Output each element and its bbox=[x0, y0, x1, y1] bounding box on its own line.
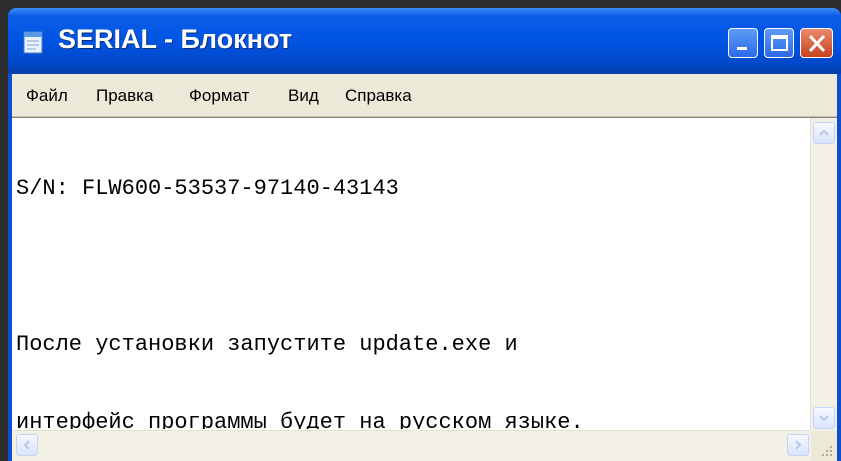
maximize-button[interactable] bbox=[764, 28, 794, 58]
window-title: SERIAL - Блокнот bbox=[58, 24, 293, 54]
client-area: Файл Правка Формат Вид Справка S/N: FLW6… bbox=[12, 74, 837, 461]
text-editor[interactable]: S/N: FLW600-53537-97140-43143 После уста… bbox=[12, 117, 837, 461]
horizontal-scrollbar[interactable] bbox=[12, 430, 811, 461]
text-line: S/N: FLW600-53537-97140-43143 bbox=[16, 176, 399, 201]
text-line bbox=[16, 254, 807, 280]
maximize-icon bbox=[771, 35, 788, 51]
menu-help[interactable]: Справка bbox=[345, 86, 412, 106]
menu-format[interactable]: Формат bbox=[189, 86, 249, 106]
text-line: После установки запустите update.exe и bbox=[16, 332, 518, 357]
chevron-left-icon bbox=[23, 440, 30, 450]
close-button[interactable] bbox=[800, 28, 833, 58]
minimize-button[interactable] bbox=[728, 28, 758, 58]
chevron-right-icon bbox=[795, 440, 802, 450]
chevron-down-icon bbox=[819, 415, 829, 422]
scroll-left-button[interactable] bbox=[16, 434, 38, 456]
notepad-icon bbox=[22, 29, 46, 55]
minimize-icon bbox=[737, 47, 747, 50]
scroll-up-button[interactable] bbox=[813, 122, 835, 144]
scroll-right-button[interactable] bbox=[787, 434, 809, 456]
text-line: интерфейс программы будет на русском язы… bbox=[16, 410, 584, 429]
menu-file[interactable]: Файл bbox=[26, 86, 68, 106]
resize-grip-icon bbox=[822, 446, 832, 456]
chevron-up-icon bbox=[819, 129, 829, 136]
document-text[interactable]: S/N: FLW600-53537-97140-43143 После уста… bbox=[16, 124, 807, 429]
resize-grip[interactable] bbox=[811, 431, 837, 461]
close-icon bbox=[808, 34, 826, 53]
menu-edit[interactable]: Правка bbox=[96, 86, 153, 106]
title-bar[interactable]: SERIAL - Блокнот bbox=[8, 8, 841, 74]
notepad-window: SERIAL - Блокнот Файл Правка Формат Вид bbox=[8, 8, 841, 461]
menu-view[interactable]: Вид bbox=[288, 86, 319, 106]
scroll-down-button[interactable] bbox=[813, 407, 835, 429]
menu-bar: Файл Правка Формат Вид Справка bbox=[12, 74, 837, 117]
vertical-scrollbar[interactable] bbox=[810, 118, 837, 431]
